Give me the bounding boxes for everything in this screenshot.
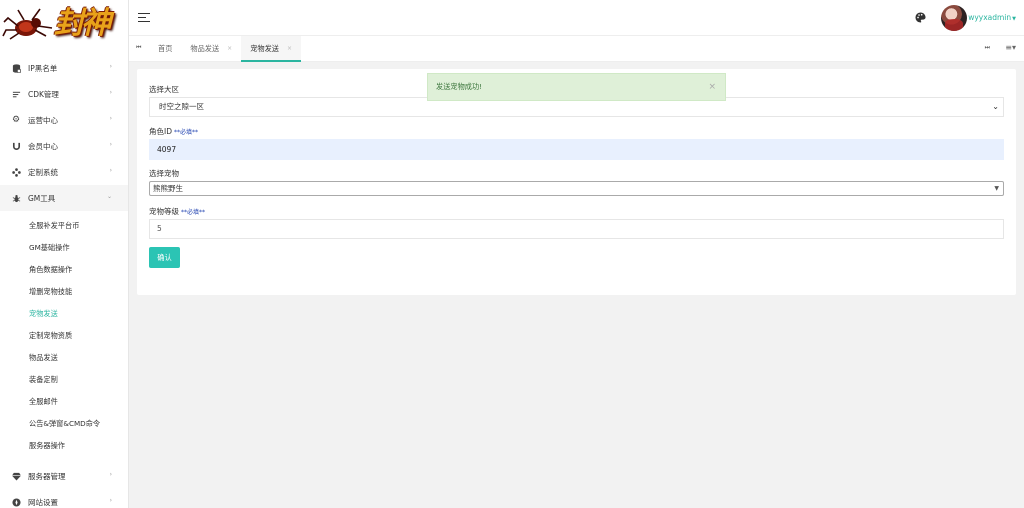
submenu-item[interactable]: 装备定制 [0, 369, 128, 391]
required-marker: **必填** [174, 129, 199, 136]
chevron-right-icon: › [109, 63, 112, 70]
menu-toggle-icon[interactable] [138, 13, 150, 23]
sidebar-item-server-management[interactable]: 服务器管理 › [0, 463, 128, 489]
sidebar-menu: IP黑名单 › CDK管理 › ⚙ 运营中心 › 会员中心 › 定制系统 › G… [0, 55, 128, 211]
spider-logo-icon [2, 8, 53, 40]
tab-home[interactable]: 首页 [149, 36, 181, 62]
gm-submenu: 全服补发平台币 GM基础操作 角色数据操作 增删宠物技能 宠物发送 定制宠物资质… [0, 211, 128, 457]
sidebar-item-label: 会员中心 [28, 141, 58, 151]
pet-select-value: 熊熊野生 [153, 184, 183, 193]
server-label: 选择大区 [149, 85, 179, 94]
submenu-item[interactable]: GM基础操作 [0, 237, 128, 259]
diamond-dots-icon [11, 167, 21, 177]
sidebar-item-label: GM工具 [28, 193, 56, 203]
required-marker: **必填** [181, 209, 206, 216]
chevron-right-icon: › [109, 89, 112, 96]
sidebar-item-site-settings[interactable]: 网站设置 › [0, 489, 128, 508]
sidebar-item-operations[interactable]: ⚙ 运营中心 › [0, 107, 128, 133]
magnet-icon [11, 141, 21, 151]
tab-label: 首页 [158, 44, 173, 53]
avatar[interactable] [941, 5, 967, 31]
tab-pet-send[interactable]: 宠物发送 × [241, 36, 301, 62]
database-icon [11, 63, 21, 73]
sidebar-item-label: 运营中心 [28, 115, 58, 125]
sidebar: 封神 IP黑名单 › CDK管理 › ⚙ 运营中心 › 会员中心 › 定制系统 … [0, 0, 129, 508]
pet-level-input[interactable]: 5 [149, 219, 1004, 239]
role-id-input[interactable]: 4097 [149, 139, 1004, 160]
role-id-label-text: 角色ID [149, 127, 172, 136]
palette-icon[interactable] [915, 12, 926, 23]
chevron-down-icon: ⌄ [106, 193, 112, 200]
tabs-menu-icon[interactable]: ≡▾ [1005, 43, 1016, 52]
pet-level-label: 宠物等级 **必填** [149, 206, 205, 217]
diamond-icon [11, 471, 21, 481]
logo[interactable]: 封神 [0, 0, 128, 55]
toast-message: 发送宠物成功! [436, 82, 483, 91]
server-select-value: 时空之隙一区 [159, 102, 204, 111]
chevron-right-icon: › [109, 497, 112, 504]
pet-level-label-text: 宠物等级 [149, 207, 179, 216]
submenu-item[interactable]: 角色数据操作 [0, 259, 128, 281]
submenu-item[interactable]: 物品发送 [0, 347, 128, 369]
tab-bar: ⏮ 首页 物品发送 × 宠物发送 × ⏭ ≡▾ [129, 36, 1024, 62]
chevron-right-icon: › [109, 471, 112, 478]
pet-label: 选择宠物 [149, 169, 179, 178]
filter-lines-icon [11, 89, 21, 99]
compass-icon [11, 497, 21, 507]
submenu-item[interactable]: 增删宠物技能 [0, 281, 128, 303]
success-toast: 发送宠物成功! × [427, 73, 726, 101]
submenu-item[interactable]: 服务器操作 [0, 435, 128, 457]
submenu-item[interactable]: 全服邮件 [0, 391, 128, 413]
role-id-label: 角色ID **必填** [149, 126, 198, 137]
sidebar-item-label: CDK管理 [28, 89, 59, 99]
sidebar-item-label: 网站设置 [28, 497, 58, 507]
sidebar-item-ip-blacklist[interactable]: IP黑名单 › [0, 55, 128, 81]
sidebar-item-cdk[interactable]: CDK管理 › [0, 81, 128, 107]
close-icon[interactable]: × [708, 74, 716, 100]
submenu-item-active[interactable]: 宠物发送 [0, 303, 128, 325]
user-menu[interactable]: wyyxadmin▼ [968, 13, 1016, 22]
tabs-scroll-right-icon[interactable]: ⏭ [985, 44, 990, 52]
gear-icon: ⚙ [11, 115, 21, 125]
tab-label: 物品发送 [190, 44, 220, 53]
logo-text: 封神 [54, 6, 111, 41]
submenu-item[interactable]: 定制宠物资质 [0, 325, 128, 347]
sidebar-item-label: IP黑名单 [28, 63, 58, 73]
tab-label: 宠物发送 [250, 44, 279, 53]
sidebar-menu-bottom: 服务器管理 › 网站设置 › [0, 463, 128, 508]
caret-down-icon: ▼ [1012, 16, 1016, 22]
caret-down-icon: ▼ [994, 185, 999, 192]
tabs-scroll-left-icon[interactable]: ⏮ [136, 44, 141, 52]
sidebar-item-label: 服务器管理 [28, 471, 66, 481]
sidebar-item-label: 定制系统 [28, 167, 58, 177]
pet-send-form: 选择大区 时空之隙一区 ⌄ 角色ID **必填** 4097 选择宠物 熊熊野生 … [137, 69, 1016, 295]
submenu-item[interactable]: 公告&弹窗&CMD命令 [0, 413, 128, 435]
tab-item-send[interactable]: 物品发送 × [181, 36, 241, 62]
bug-icon [11, 193, 21, 203]
sidebar-item-custom-system[interactable]: 定制系统 › [0, 159, 128, 185]
tabs: 首页 物品发送 × 宠物发送 × [149, 36, 301, 62]
pet-select[interactable]: 熊熊野生 ▼ [149, 181, 1004, 196]
chevron-right-icon: › [109, 167, 112, 174]
username: wyyxadmin [968, 13, 1012, 22]
chevron-down-icon: ⌄ [992, 102, 999, 111]
close-icon[interactable]: × [287, 36, 292, 62]
chevron-right-icon: › [109, 141, 112, 148]
chevron-right-icon: › [109, 115, 112, 122]
sidebar-item-members[interactable]: 会员中心 › [0, 133, 128, 159]
top-header: wyyxadmin▼ [129, 0, 1024, 36]
sidebar-item-gm-tools[interactable]: GM工具 ⌄ [0, 185, 128, 211]
submenu-item[interactable]: 全服补发平台币 [0, 215, 128, 237]
close-icon[interactable]: × [227, 36, 232, 62]
confirm-button[interactable]: 确认 [149, 247, 180, 268]
